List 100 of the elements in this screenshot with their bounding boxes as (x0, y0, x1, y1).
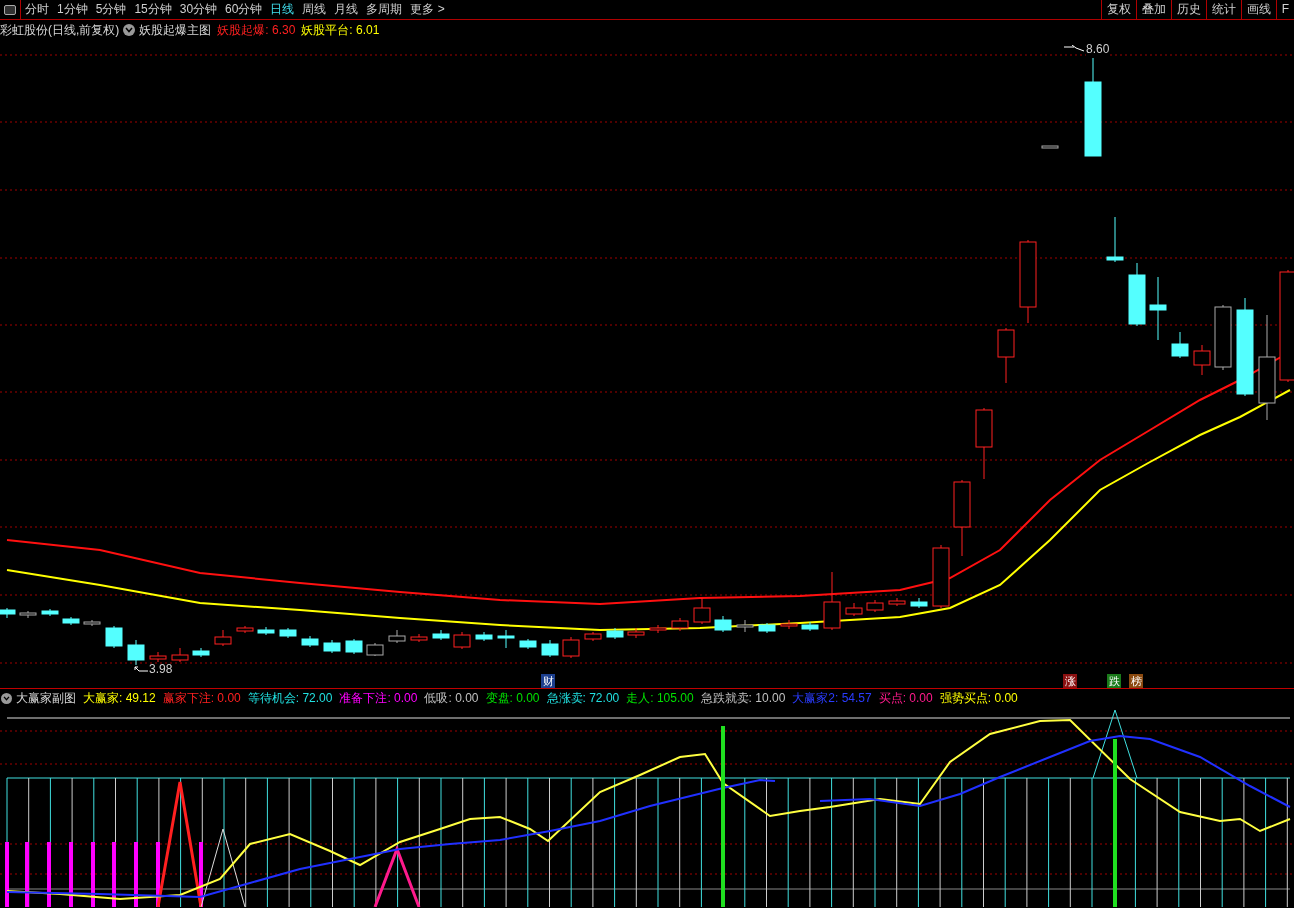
candlestick (627, 627, 645, 639)
candlestick (432, 629, 450, 641)
candlestick (323, 639, 341, 654)
candlestick (83, 619, 101, 627)
period-tab[interactable]: 5分钟 (95, 0, 127, 19)
candlestick (366, 642, 384, 657)
toolbar-button[interactable]: F (1275, 0, 1294, 19)
indicator-value: 走人: 105.00 (626, 690, 694, 707)
candlestick (149, 651, 167, 663)
candlestick (1171, 331, 1189, 359)
candlestick (736, 619, 754, 633)
candlestick (845, 602, 863, 617)
event-marker[interactable]: 涨 (1063, 674, 1077, 688)
indicator-value: 妖股平台: 6.01 (301, 22, 380, 39)
period-tab[interactable]: 周线 (302, 0, 327, 19)
candlestick (62, 616, 80, 626)
arrow-icon (1064, 45, 1084, 53)
candlestick (693, 597, 711, 625)
candlestick (1149, 276, 1167, 341)
signal-bar (47, 842, 51, 907)
candlestick (1214, 304, 1232, 371)
event-marker[interactable]: 跌 (1107, 674, 1121, 688)
candlestick (584, 631, 602, 642)
spike-line (373, 844, 421, 907)
candlestick (345, 638, 363, 655)
candlestick (301, 635, 319, 648)
candlestick (758, 622, 776, 634)
candlestick (0, 607, 16, 619)
indicator-value: 等待机会: 72.00 (247, 690, 333, 707)
event-marker[interactable]: 财 (541, 674, 555, 688)
arrow-icon (134, 665, 148, 673)
period-tab[interactable]: 1分钟 (57, 0, 88, 19)
indicator-value: 赢家下注: 0.00 (162, 690, 241, 707)
signal-bar (156, 842, 160, 907)
candlestick (19, 610, 37, 619)
toolbar-button[interactable]: 复权 (1100, 0, 1136, 19)
period-tab[interactable]: 日线 (270, 0, 295, 19)
collapse-icon[interactable] (1, 692, 12, 704)
high-price-label: 8.60 (1086, 40, 1110, 58)
candlestick (562, 636, 580, 659)
signal-bar (134, 842, 138, 907)
candlestick (866, 599, 884, 613)
toolbar-button[interactable]: 叠加 (1135, 0, 1171, 19)
indicator-value: 买点: 0.00 (878, 690, 933, 707)
indicator-value: 妖股起爆: 6.30 (217, 22, 296, 39)
period-tab[interactable]: 15分钟 (134, 0, 172, 19)
signal-bar (112, 842, 116, 907)
candlestick (541, 639, 559, 658)
toolbar-button[interactable]: 画线 (1240, 0, 1276, 19)
candlestick (801, 621, 819, 632)
security-title: 彩虹股份(日线,前复权) (0, 22, 120, 39)
candlestick (105, 625, 123, 649)
toolbar-button[interactable]: 历史 (1170, 0, 1206, 19)
candlestick (910, 597, 928, 609)
candlestick (1041, 145, 1059, 149)
indicator-value: 变盘: 0.00 (485, 690, 540, 707)
indicator-value: 急跌就卖: 10.00 (700, 690, 786, 707)
candlestick (41, 608, 59, 617)
period-tab[interactable]: 月线 (334, 0, 359, 19)
candlestick (279, 627, 297, 639)
candlestick (127, 639, 145, 666)
signal-bar (25, 842, 29, 907)
more-button[interactable]: 更多 > (410, 0, 445, 19)
candlestick (453, 631, 471, 650)
indicator-value: 准备下注: 0.00 (339, 690, 418, 707)
candlestick (932, 544, 950, 609)
indicator-value: 急涨卖: 72.00 (546, 690, 620, 707)
candlestick (388, 629, 406, 644)
period-tab[interactable]: 分时 (25, 0, 49, 19)
indicator-name: 大赢家副图 (16, 690, 76, 707)
candlestick (214, 629, 232, 647)
candlestick (497, 629, 515, 649)
indicator-value: 低吸: 0.00 (424, 690, 479, 707)
candlestick (519, 638, 537, 650)
candlestick (888, 597, 906, 607)
period-tab[interactable]: 30分钟 (179, 0, 218, 19)
indicator-name: 妖股起爆主图 (139, 22, 212, 39)
candlestick (1128, 262, 1146, 327)
candlestick (780, 619, 798, 630)
candlestick (1193, 344, 1211, 376)
candlestick (823, 571, 841, 631)
candlestick (192, 647, 210, 658)
signal-bar (69, 842, 73, 907)
candlestick (714, 615, 732, 633)
indicator-value: 大赢家: 49.12 (83, 690, 156, 707)
toolbar-button[interactable]: 统计 (1205, 0, 1241, 19)
low-price-label: 3.98 (149, 661, 173, 678)
signal-bar (91, 842, 95, 907)
dropdown-icon[interactable] (123, 24, 136, 36)
candlestick (671, 617, 689, 632)
event-marker[interactable]: 榜 (1129, 674, 1143, 688)
indicator-value: 强势买点: 0.00 (939, 690, 1018, 707)
period-tab[interactable]: 60分钟 (225, 0, 263, 19)
panel-toggle-icon[interactable] (4, 4, 16, 15)
candlestick (475, 631, 493, 642)
candlestick (410, 633, 428, 643)
candlestick (606, 627, 624, 640)
period-tab[interactable]: 多周期 (366, 0, 403, 19)
candlestick (1106, 216, 1124, 263)
candlestick (997, 327, 1015, 384)
